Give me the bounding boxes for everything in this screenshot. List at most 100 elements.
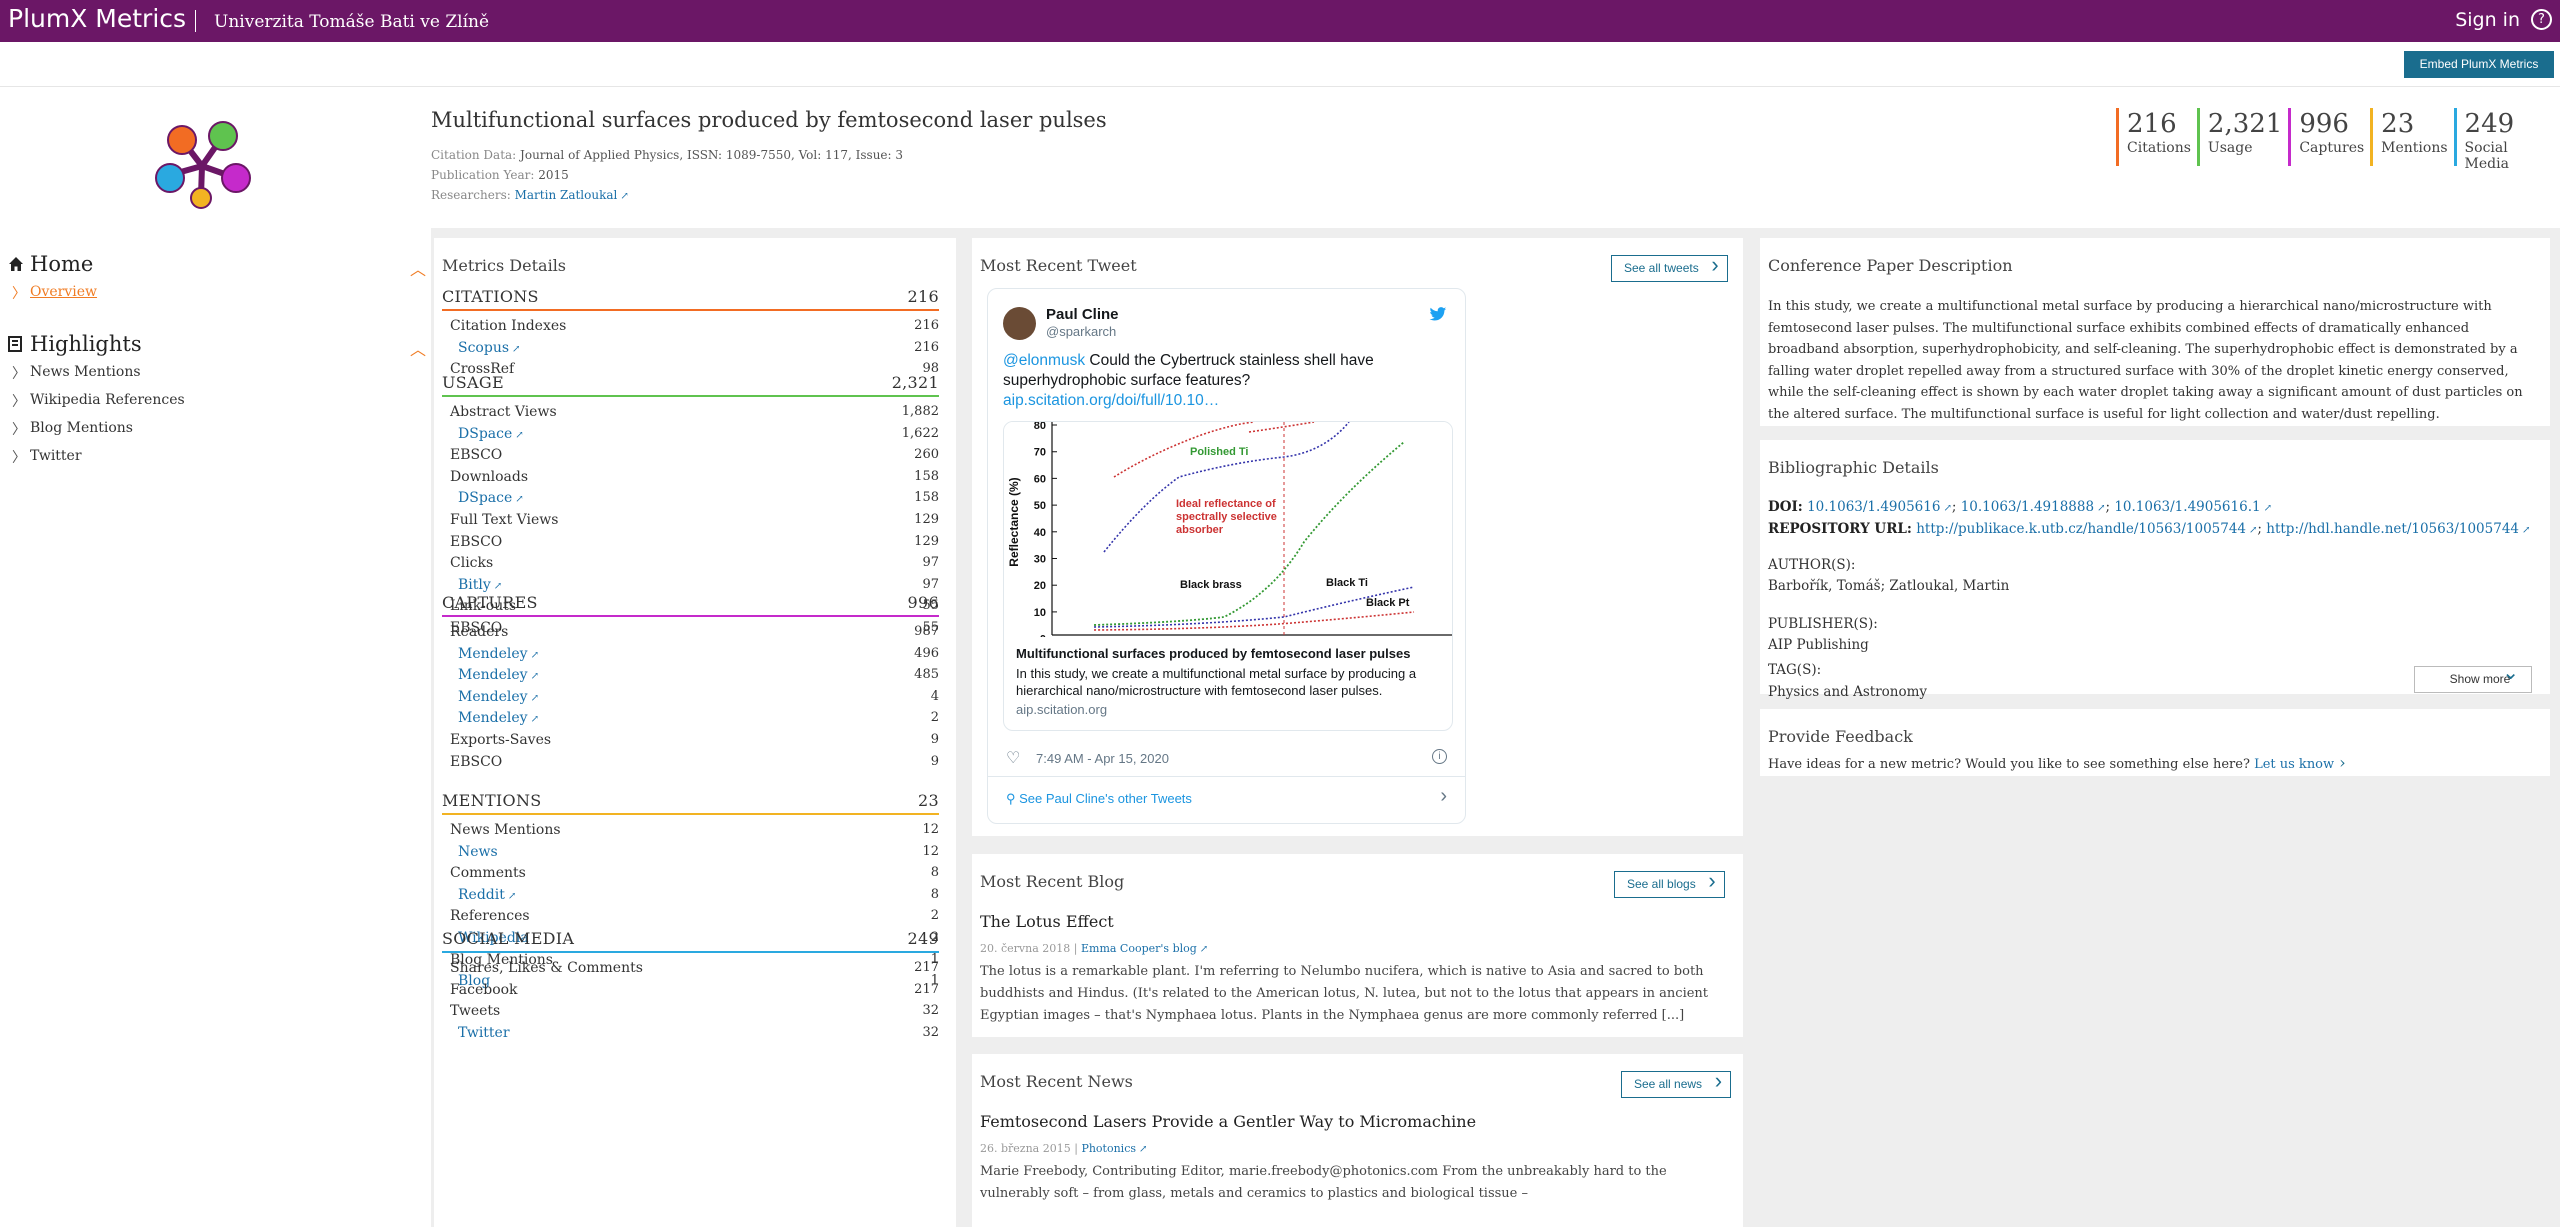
metric-label[interactable]: Bitly ↗ <box>458 577 502 593</box>
metric-label-text: Mendeley <box>458 645 528 662</box>
plot-y-tick-label: 10 <box>1034 607 1046 619</box>
metric-row[interactable]: Mendeley ↗ 4 <box>442 686 939 708</box>
metric-label[interactable]: Mendeley ↗ <box>458 710 539 726</box>
metric-value: 158 <box>914 490 939 506</box>
tweet-author-name[interactable]: Paul Cline <box>1046 306 1119 323</box>
twitter-bird-icon[interactable] <box>1429 307 1447 322</box>
reflectance-chart-image: Reflectance (%) 80 70 60 50 40 30 20 10 0 Polish… <box>1004 422 1452 637</box>
stat-number: 249 <box>2464 109 2515 139</box>
stat-social-media[interactable]: 249 Social Media <box>2453 108 2554 172</box>
tweet-link-card[interactable]: Reflectance (%) 80 70 60 50 40 30 20 10 0 Polish… <box>1003 421 1453 731</box>
nav-blog-mentions[interactable]: 〉 Blog Mentions <box>0 416 430 444</box>
news-meta: 26. března 2015 | Photonics ↗ <box>980 1142 1148 1155</box>
blog-section-title: Most Recent Blog <box>980 872 1125 891</box>
nav-twitter[interactable]: 〉 Twitter <box>0 444 430 472</box>
tweet-author-handle[interactable]: @sparkarch <box>1046 324 1116 339</box>
metric-label[interactable]: Twitter <box>458 1025 510 1041</box>
stat-citations[interactable]: 216 Citations <box>2116 108 2191 166</box>
nav-home[interactable]: Home ︿ <box>0 250 430 280</box>
metric-row[interactable]: Mendeley ↗ 496 <box>442 643 939 665</box>
stat-usage[interactable]: 2,321 Usage <box>2196 108 2282 166</box>
metric-label[interactable]: Reddit ↗ <box>458 887 516 903</box>
see-all-news-button[interactable]: See all news <box>1621 1068 1732 1098</box>
doi-link[interactable]: 10.1063/1.4905616.1 <box>2114 499 2260 515</box>
nav-news-mentions[interactable]: 〉 News Mentions <box>0 360 430 388</box>
metrics-section-header[interactable]: SOCIAL MEDIA 249 <box>442 929 939 951</box>
metric-value: 97 <box>922 555 939 571</box>
tweet-url-link[interactable]: aip.scitation.org/doi/full/10.10… <box>1003 392 1219 409</box>
metric-label[interactable]: DSpace ↗ <box>458 490 524 506</box>
nav-overview[interactable]: 〉 Overview <box>0 280 430 308</box>
plot-y-tick-label: 30 <box>1034 554 1046 566</box>
metric-row[interactable]: Scopus ↗ 216 <box>442 337 939 359</box>
metrics-section-name: MENTIONS <box>442 791 542 810</box>
see-other-tweets-link[interactable]: ⚲ See Paul Cline's other Tweets <box>1006 791 1192 807</box>
blog-source-link[interactable]: Emma Cooper's blog <box>1081 942 1197 955</box>
left-nav: Home ︿ 〉 Overview Highlights ︿ 〉 News Me… <box>0 250 430 472</box>
metric-row[interactable]: Twitter 32 <box>442 1022 939 1044</box>
nav-highlights[interactable]: Highlights ︿ <box>0 330 430 360</box>
tweet-timestamp[interactable]: 7:49 AM - Apr 15, 2020 <box>1036 751 1169 766</box>
help-icon[interactable]: ? <box>2531 9 2552 30</box>
stat-label: Captures <box>2299 140 2365 156</box>
metric-value: 217 <box>914 981 939 997</box>
metric-label[interactable]: News <box>458 844 498 860</box>
avatar[interactable] <box>1003 307 1036 340</box>
metrics-section-header[interactable]: CITATIONS 216 <box>442 287 939 309</box>
plot-y-tick-label: 70 <box>1034 447 1046 459</box>
metrics-section: CITATIONS 216 Citation Indexes 216 Scopus ↗ 21… <box>442 287 939 380</box>
metric-row[interactable]: Mendeley ↗ 485 <box>442 664 939 686</box>
let-us-know-link[interactable]: Let us know <box>2254 757 2334 772</box>
metric-row[interactable]: DSpace ↗ 1,622 <box>442 423 939 445</box>
external-link-icon: ↗ <box>530 671 539 683</box>
repository-link[interactable]: http://publikace.k.utb.cz/handle/10563/1… <box>1916 521 2246 537</box>
institution-name[interactable]: Univerzita Tomáše Bati ve Zlíně <box>214 12 489 32</box>
stat-mentions[interactable]: 23 Mentions <box>2370 108 2448 166</box>
brand-logo-text[interactable]: PlumX Metrics <box>8 4 186 33</box>
metric-row[interactable]: DSpace ↗ 158 <box>442 487 939 509</box>
metric-label[interactable]: Scopus ↗ <box>458 340 520 356</box>
metrics-section-value: 996 <box>907 593 939 612</box>
show-more-button[interactable]: Show more <box>2414 661 2532 693</box>
embed-plumx-button[interactable]: Embed PlumX Metrics <box>2404 51 2554 78</box>
blog-title[interactable]: The Lotus Effect <box>980 912 1114 931</box>
metric-label[interactable]: Mendeley ↗ <box>458 646 539 662</box>
metric-value: 1,622 <box>901 425 939 441</box>
heart-icon[interactable]: ♡ <box>1006 748 1020 768</box>
news-source-link[interactable]: Photonics <box>1081 1142 1136 1155</box>
metric-label[interactable]: DSpace ↗ <box>458 426 524 442</box>
stat-captures[interactable]: 996 Captures <box>2288 108 2364 166</box>
metric-row[interactable]: Mendeley ↗ 2 <box>442 707 939 729</box>
metric-label[interactable]: Mendeley ↗ <box>458 689 539 705</box>
metrics-section-header[interactable]: USAGE 2,321 <box>442 373 939 395</box>
metric-row[interactable]: Reddit ↗ 8 <box>442 884 939 906</box>
doi-link[interactable]: 10.1063/1.4918888 <box>1961 499 2094 515</box>
sign-in-link[interactable]: Sign in <box>2455 9 2520 31</box>
metrics-section-header[interactable]: CAPTURES 996 <box>442 593 939 615</box>
metrics-section-rule <box>442 813 939 815</box>
metrics-section-rule <box>442 615 939 617</box>
chevron-up-icon[interactable]: ︿ <box>410 336 426 360</box>
chevron-up-icon[interactable]: ︿ <box>410 256 426 280</box>
researcher-link[interactable]: Martin Zatloukal <box>515 188 618 202</box>
repository-link[interactable]: http://hdl.handle.net/10563/1005744 <box>2266 521 2519 537</box>
stat-label: Usage <box>2207 140 2253 156</box>
metrics-section-header[interactable]: MENTIONS 23 <box>442 791 939 813</box>
news-title[interactable]: Femtosecond Lasers Provide a Gentler Way… <box>980 1112 1476 1131</box>
citation-data: Citation Data: Journal of Applied Physic… <box>431 148 903 162</box>
metric-row: Exports-Saves 9 <box>442 729 939 751</box>
metric-label: Abstract Views <box>450 404 557 420</box>
metric-label[interactable]: Mendeley ↗ <box>458 667 539 683</box>
info-icon[interactable]: i <box>1432 749 1447 764</box>
doi-link[interactable]: 10.1063/1.4905616 <box>1807 499 1940 515</box>
stat-number: 216 <box>2127 109 2177 139</box>
see-all-tweets-button[interactable]: See all tweets <box>1611 252 1728 282</box>
metric-row[interactable]: News 12 <box>442 841 939 863</box>
metric-label: Comments <box>450 865 526 881</box>
chevron-right-icon[interactable]: › <box>1440 785 1447 808</box>
see-all-blogs-button[interactable]: See all blogs <box>1614 868 1725 898</box>
metric-value: 260 <box>914 447 939 463</box>
chevron-right-icon: 〉 <box>12 394 26 410</box>
tweet-mention-link[interactable]: @elonmusk <box>1003 352 1085 369</box>
nav-wikipedia-references[interactable]: 〉 Wikipedia References <box>0 388 430 416</box>
